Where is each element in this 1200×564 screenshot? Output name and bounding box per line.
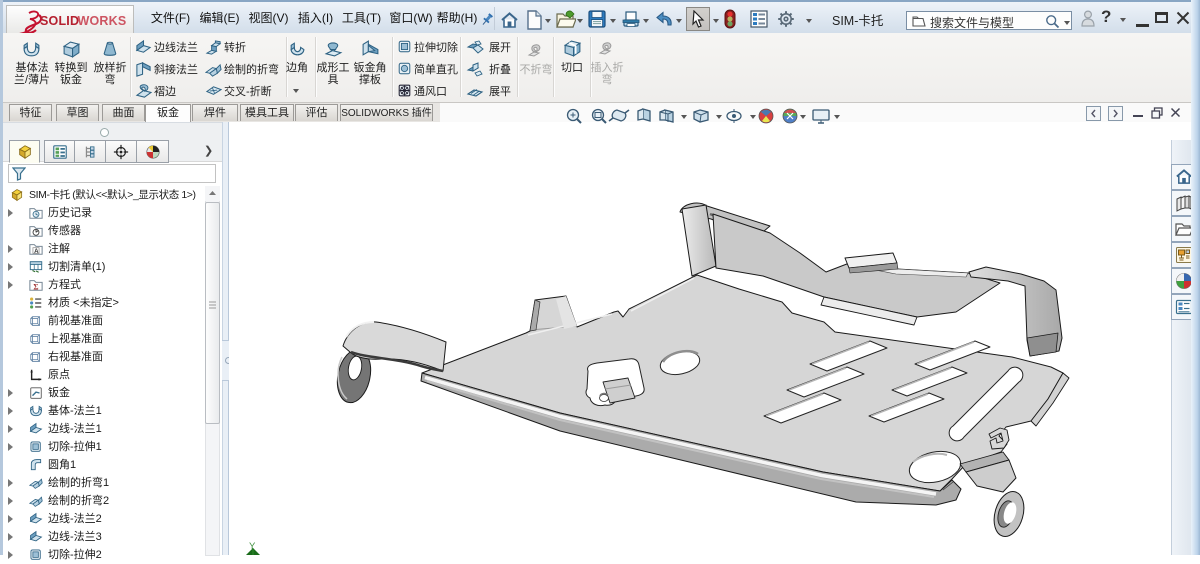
svg-text:WORKS: WORKS: [78, 14, 127, 28]
svg-text:Σ: Σ: [33, 282, 38, 291]
svg-text:SOLID: SOLID: [40, 14, 79, 28]
svg-text:A: A: [34, 248, 39, 255]
